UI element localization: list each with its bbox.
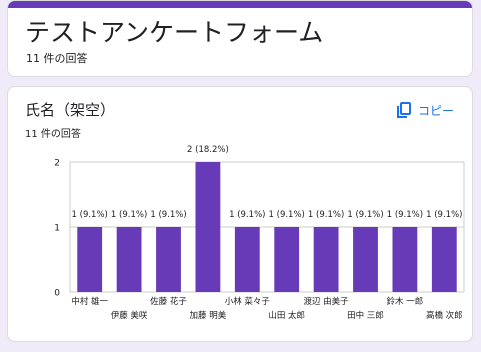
bar: [77, 227, 103, 292]
form-title: テストアンケートフォーム: [25, 18, 324, 47]
category-label: 伊藤 美咲: [111, 310, 148, 321]
bar: [274, 227, 300, 292]
category-label: 高橋 次郎: [426, 310, 463, 321]
bar: [431, 227, 457, 292]
question-summary-card: 氏名（架空） 11 件の回答 コピー 0121 (9.1%) 中村 雄一 1 (9.…: [7, 86, 473, 342]
bar-chart: 0 1 2 1 (9.1%) 中村 雄一 1 (9.1%) 伊藤 美咲 1 (9.1%) 佐藤 …: [54, 144, 465, 321]
y-tick-label: 1: [54, 224, 60, 234]
category-label: 鈴木 一郎: [387, 296, 424, 307]
category-label: 佐藤 花子: [150, 296, 187, 307]
data-label: 1 (9.1%): [269, 210, 305, 220]
bar: [353, 227, 378, 292]
data-label: 1 (9.1%): [111, 210, 147, 220]
data-label: 2 (18.2%): [187, 145, 229, 155]
bar: [116, 227, 142, 292]
category-label: 中村 雄一: [71, 296, 108, 307]
category-label: 山田 太郎: [268, 310, 305, 321]
data-label: 1 (9.1%): [308, 210, 344, 220]
y-tick-label: 2: [54, 159, 60, 169]
bar: [195, 162, 221, 292]
y-tick-label: 0: [54, 289, 60, 299]
data-label: 1 (9.1%): [229, 210, 265, 220]
form-header-card: テストアンケートフォーム 11 件の回答: [7, 0, 473, 77]
category-label: 加藤 明美: [190, 310, 227, 321]
bar: [313, 227, 339, 292]
data-label: 1 (9.1%): [72, 210, 108, 220]
data-label: 1 (9.1%): [426, 210, 462, 220]
accent-bar: [8, 1, 472, 8]
category-label: 小林 菜々子: [225, 296, 271, 307]
bar: [156, 227, 181, 292]
bar: [234, 227, 260, 292]
form-response-count: 11 件の回答: [26, 52, 88, 65]
category-label: 田中 三郎: [347, 310, 384, 321]
data-label: 1 (9.1%): [150, 210, 186, 220]
bar: [392, 227, 418, 292]
data-label: 1 (9.1%): [347, 210, 383, 220]
data-label: 1 (9.1%): [387, 210, 423, 220]
category-label: 渡辺 由美子: [303, 296, 349, 307]
